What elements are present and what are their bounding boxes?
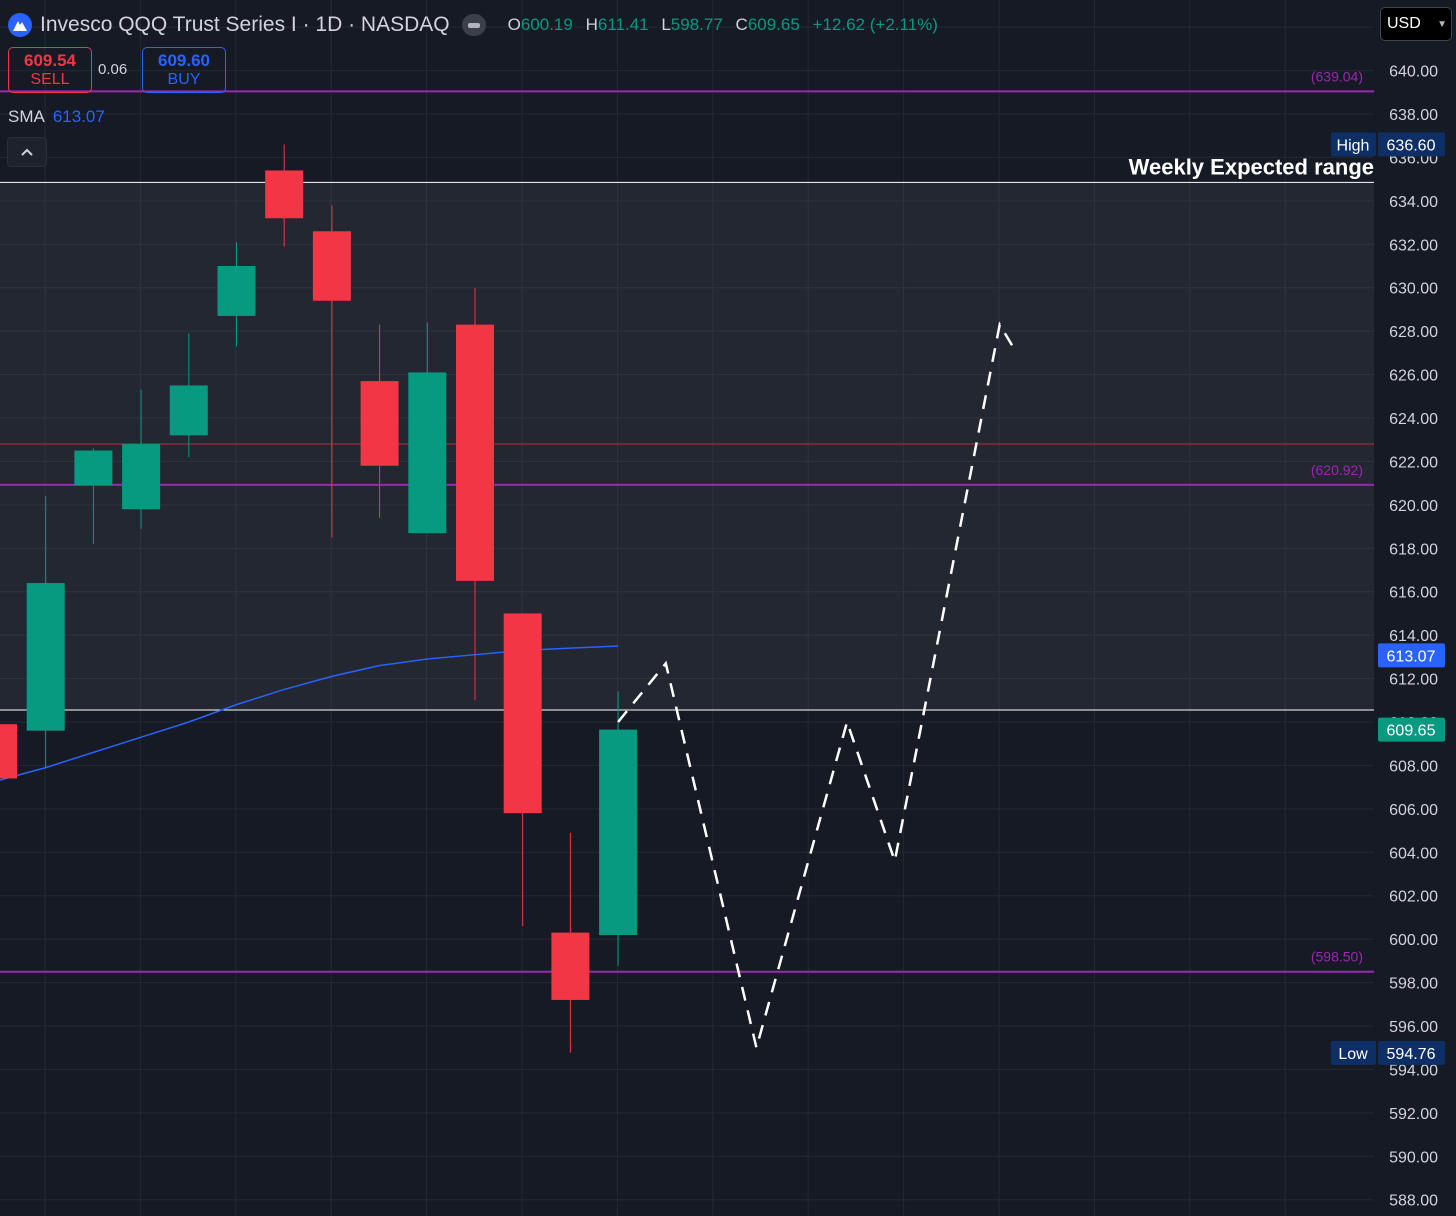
candle-down[interactable] [312,231,351,301]
price-tick-label: 638.00 [1389,107,1438,124]
candle-down[interactable] [265,170,304,219]
price-tick-label: 588.00 [1389,1193,1438,1210]
sell-button[interactable]: 609.54 SELL [8,47,92,93]
candle-up[interactable] [26,583,65,731]
price-tick-label: 628.00 [1389,324,1438,341]
price-tick-label: 618.00 [1389,541,1438,558]
sma-legend[interactable]: SMA 613.07 [8,107,105,127]
price-tick-label: 620.00 [1389,498,1438,515]
symbol-title[interactable]: Invesco QQQ Trust Series I · 1D · NASDAQ [40,13,450,37]
price-tick-label: 590.00 [1389,1149,1438,1166]
chevron-up-icon [21,148,33,156]
level-label: (598.50) [1311,949,1363,965]
price-tick-label: 608.00 [1389,758,1438,775]
last-price-label-value: 609.65 [1387,723,1436,740]
price-tick-label: 606.00 [1389,802,1438,819]
expected-range-box[interactable] [0,182,1374,711]
price-tick-label: 614.00 [1389,628,1438,645]
candle-up[interactable] [169,385,208,436]
price-tick-label: 626.00 [1389,368,1438,385]
ohlc-readout: O600.19 H611.41 L598.77 C609.65 +12.62 (… [507,15,938,34]
candle-down[interactable] [0,724,17,779]
price-tick-label: 602.00 [1389,889,1438,906]
price-tick-label: 624.00 [1389,411,1438,428]
price-tick-label: 630.00 [1389,281,1438,298]
level-label: (620.92) [1311,462,1363,478]
low-price-label-value: 594.76 [1387,1046,1436,1063]
price-tick-label: 612.00 [1389,672,1438,689]
candle-up[interactable] [408,372,447,534]
high-price-label-value: 636.60 [1387,137,1436,154]
spread-value: 0.06 [98,61,128,78]
price-tick-label: 596.00 [1389,1019,1438,1036]
candle-up[interactable] [599,729,638,936]
candle-up[interactable] [122,444,161,510]
expected-range-label: Weekly Expected range [1129,154,1374,179]
candle-up[interactable] [217,266,256,316]
price-tick-label: 600.00 [1389,932,1438,949]
price-chart[interactable]: Weekly Expected range (639.04) (620.92) (59… [0,0,1456,1216]
price-tick-label: 592.00 [1389,1106,1438,1123]
low-price-label-tag-label: Low [1338,1046,1368,1063]
buy-button[interactable]: 609.60 BUY [142,47,226,93]
chevron-down-icon: ▼ [1437,18,1447,30]
price-tick-label: 616.00 [1389,585,1438,602]
level-label: (639.04) [1311,68,1363,84]
price-tick-label: 604.00 [1389,845,1438,862]
candle-up[interactable] [74,450,113,486]
candle-down[interactable] [360,381,399,466]
high-price-label-tag-label: High [1337,137,1370,154]
invesco-logo-icon [8,13,32,37]
price-tick-label: 622.00 [1389,454,1438,471]
price-tick-label: 632.00 [1389,237,1438,254]
price-tick-label: 634.00 [1389,194,1438,211]
price-tick-label: 594.00 [1389,1062,1438,1079]
candle-down[interactable] [551,932,590,1000]
candle-down[interactable] [503,613,542,814]
candle-down[interactable] [456,324,494,581]
chart-header: Invesco QQQ Trust Series I · 1D · NASDAQ… [8,10,938,40]
currency-select[interactable]: USD ▼ [1380,7,1452,41]
sma-price-label-value: 613.07 [1387,648,1436,665]
collapse-legend-button[interactable] [7,137,47,167]
market-status-icon[interactable] [461,14,486,36]
price-tick-label: 640.00 [1389,64,1438,81]
price-tick-label: 598.00 [1389,976,1438,993]
